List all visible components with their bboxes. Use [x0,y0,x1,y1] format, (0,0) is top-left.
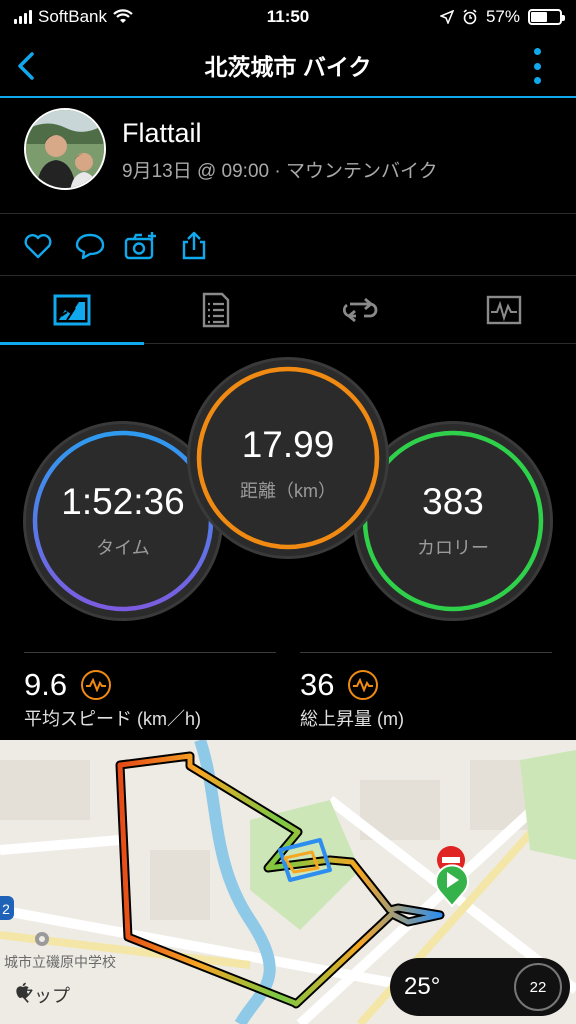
cellular-signal-icon [14,10,32,24]
pulse-badge-icon [81,670,112,700]
distance-ring[interactable]: 17.99 距離（km） [190,360,386,556]
graph-icon [486,295,522,325]
temperature: 25° [404,973,441,1000]
page-title: 北茨城市 バイク [204,54,372,80]
elevation-label: 総上昇量 (m) [300,709,404,729]
tab-laps[interactable] [288,276,432,344]
nav-bar: 北茨城市 バイク [0,34,576,98]
route-number-label: 2 [2,901,10,917]
tab-details[interactable] [144,276,288,344]
activity-meta: 9月13日 @ 09:00 · マウンテンバイク [122,161,438,182]
comment-icon[interactable] [74,230,106,262]
carrier-name: SoftBank [38,7,107,26]
elevation-value: 36 [300,667,335,702]
distance-ring-arc [196,366,380,550]
avg-speed-label: 平均スピード (km／h) [24,709,201,729]
more-options-icon[interactable] [534,48,542,84]
status-right: 57% [439,7,565,27]
summary-chart-icon [53,294,91,326]
avatar[interactable] [24,108,106,190]
aqi-value: 22 [529,978,547,996]
pulse-badge-icon [348,670,379,700]
apple-logo-icon [16,982,29,998]
action-bar [0,214,576,276]
elevation-stat[interactable]: 36 総上昇量 (m) [300,652,552,738]
tab-summary[interactable] [0,276,144,345]
location-arrow-icon [439,10,454,24]
route-map[interactable]: 2 城市立磯原中学校 マップ 25° 22 [0,740,576,1024]
status-left: SoftBank [14,7,133,27]
battery-fill [531,12,547,22]
avg-speed-value: 9.6 [24,667,68,702]
school-label: 城市立磯原中学校 [4,954,116,970]
battery-percent: 57% [485,7,520,26]
tab-bar [0,276,576,345]
heart-icon[interactable] [22,230,54,262]
laps-icon [342,297,378,323]
tab-charts[interactable] [432,276,576,344]
wifi-icon [113,9,133,23]
share-icon[interactable] [178,230,210,262]
user-name[interactable]: Flattail [122,118,202,149]
battery-icon [528,9,565,25]
weather-widget[interactable]: 25° 22 [390,958,570,1016]
maps-attribution[interactable]: マップ [16,982,70,1008]
status-bar: SoftBank 11:50 57% [0,0,576,34]
activity-header: Flattail 9月13日 @ 09:00 · マウンテンバイク [0,100,576,214]
alarm-icon [463,9,477,25]
avg-speed-stat[interactable]: 9.6 平均スピード (km／h) [24,652,276,738]
back-chevron-icon[interactable] [12,50,42,82]
add-photo-icon[interactable] [124,230,158,262]
air-quality-indicator: 22 [514,963,562,1011]
details-list-icon [202,292,230,328]
